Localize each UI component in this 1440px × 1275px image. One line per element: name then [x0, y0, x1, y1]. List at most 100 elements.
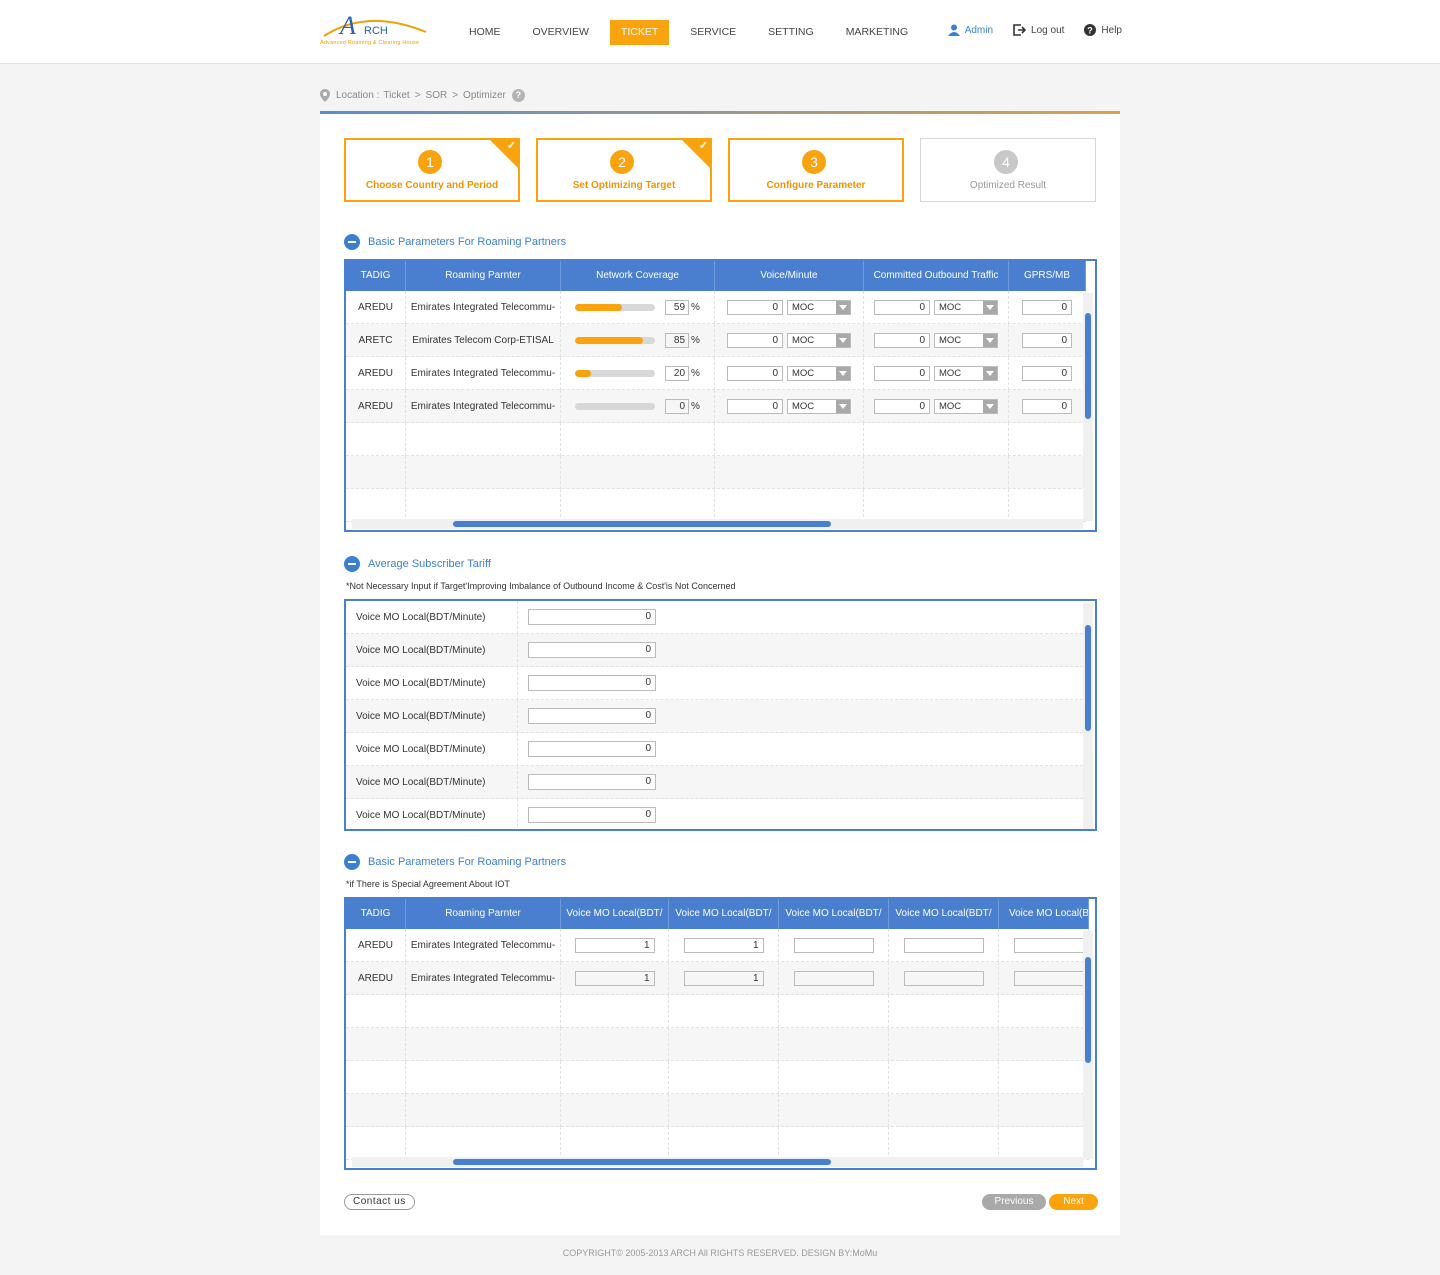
nav-item-overview[interactable]: OVERVIEW	[522, 20, 600, 45]
tariff-input[interactable]: 0	[528, 642, 656, 658]
coverage-bar[interactable]	[575, 403, 656, 410]
iot-rate-input[interactable]	[1014, 938, 1088, 953]
coverage-bar[interactable]	[575, 304, 656, 311]
dropdown-arrow-icon[interactable]	[983, 301, 997, 314]
column-header[interactable]: Voice MO Local(BDT/	[561, 899, 669, 929]
column-header[interactable]: GPRS/MB	[1009, 261, 1086, 291]
vertical-scrollbar[interactable]	[1083, 931, 1093, 1159]
gprs-input[interactable]: 0	[1022, 300, 1072, 315]
nav-item-home[interactable]: HOME	[458, 20, 512, 45]
section-basic-params-header[interactable]: Basic Parameters For Roaming Partners	[344, 234, 566, 250]
gprs-input[interactable]: 0	[1022, 366, 1072, 381]
nav-item-service[interactable]: SERVICE	[679, 20, 747, 45]
nav-item-marketing[interactable]: MARKETING	[835, 20, 919, 45]
dropdown-arrow-icon[interactable]	[836, 301, 850, 314]
nav-item-setting[interactable]: SETTING	[757, 20, 825, 45]
previous-button[interactable]: Previous	[982, 1194, 1046, 1210]
horizontal-scrollbar[interactable]	[352, 1157, 1083, 1167]
column-header[interactable]: Network Coverage	[561, 261, 715, 291]
help-link[interactable]: ? Help	[1084, 24, 1122, 36]
scrollbar-thumb[interactable]	[1085, 957, 1091, 1063]
iot-rate-input[interactable]: 1	[683, 971, 764, 986]
dropdown-arrow-icon[interactable]	[836, 334, 850, 347]
column-header[interactable]: Committed Outbound Traffic	[864, 261, 1009, 291]
committed-input[interactable]: 0	[874, 300, 930, 315]
gprs-input[interactable]: 0	[1022, 333, 1072, 348]
committed-type-select[interactable]: MOC	[934, 366, 998, 381]
iot-rate-input[interactable]: 1	[574, 971, 655, 986]
voice-input[interactable]: 0	[727, 399, 783, 414]
step-2[interactable]: ✓ 2 Set Optimizing Target	[536, 138, 712, 202]
column-header[interactable]: Voice/Minute	[715, 261, 864, 291]
column-header[interactable]: Voice MO Local(BDT/	[669, 899, 779, 929]
column-header[interactable]: Roaming Parnter	[406, 899, 561, 929]
coverage-input[interactable]: 20	[665, 366, 690, 381]
voice-input[interactable]: 0	[727, 333, 783, 348]
column-header[interactable]: Voice MO Local(BDT/	[779, 899, 889, 929]
breadcrumb-item[interactable]: Ticket	[383, 90, 409, 101]
tariff-input[interactable]: 0	[528, 774, 656, 790]
committed-input[interactable]: 0	[874, 333, 930, 348]
voice-input[interactable]: 0	[727, 300, 783, 315]
scrollbar-thumb[interactable]	[453, 1159, 831, 1165]
logo[interactable]: A RCH Advanced Roaming & Clearing House	[318, 10, 438, 50]
breadcrumb-item[interactable]: SOR	[426, 90, 448, 101]
breadcrumb-help-icon[interactable]: ?	[511, 89, 525, 102]
dropdown-arrow-icon[interactable]	[836, 367, 850, 380]
iot-rate-input[interactable]: 1	[574, 938, 655, 953]
breadcrumb-item[interactable]: Optimizer	[463, 90, 506, 101]
committed-input[interactable]: 0	[874, 399, 930, 414]
dropdown-arrow-icon[interactable]	[836, 400, 850, 413]
iot-rate-input[interactable]: 1	[683, 938, 764, 953]
coverage-input[interactable]: 0	[665, 399, 690, 414]
section-iot-header[interactable]: Basic Parameters For Roaming Partners	[344, 854, 566, 870]
collapse-icon[interactable]	[344, 234, 360, 250]
iot-rate-input[interactable]	[793, 938, 874, 953]
column-header[interactable]: Voice MO Local(BDT/	[889, 899, 999, 929]
iot-rate-input[interactable]	[903, 938, 984, 953]
admin-link[interactable]: Admin	[947, 24, 993, 36]
scrollbar-thumb[interactable]	[1085, 313, 1091, 419]
tariff-input[interactable]: 0	[528, 609, 656, 625]
committed-type-select[interactable]: MOC	[934, 399, 998, 414]
step-1[interactable]: ✓ 1 Choose Country and Period	[344, 138, 520, 202]
tariff-input[interactable]: 0	[528, 708, 656, 724]
voice-type-select[interactable]: MOC	[787, 300, 851, 315]
collapse-icon[interactable]	[344, 854, 360, 870]
gprs-input[interactable]: 0	[1022, 399, 1072, 414]
column-header[interactable]: Voice MO Local(BD	[999, 899, 1089, 929]
horizontal-scrollbar[interactable]	[352, 519, 1083, 529]
dropdown-arrow-icon[interactable]	[983, 400, 997, 413]
voice-input[interactable]: 0	[727, 366, 783, 381]
tariff-input[interactable]: 0	[528, 807, 656, 823]
column-header[interactable]: TADIG	[346, 899, 406, 929]
section-tariff-header[interactable]: Average Subscriber Tariff	[344, 556, 491, 572]
logout-link[interactable]: Log out	[1013, 24, 1064, 36]
coverage-bar[interactable]	[575, 337, 656, 344]
iot-rate-input[interactable]	[1014, 971, 1088, 986]
collapse-icon[interactable]	[344, 556, 360, 572]
vertical-scrollbar[interactable]	[1083, 293, 1093, 521]
voice-type-select[interactable]: MOC	[787, 399, 851, 414]
coverage-input[interactable]: 59	[665, 300, 690, 315]
voice-type-select[interactable]: MOC	[787, 366, 851, 381]
committed-type-select[interactable]: MOC	[934, 333, 998, 348]
contact-us-button[interactable]: Contact us	[344, 1194, 415, 1210]
coverage-input[interactable]: 85	[665, 333, 690, 348]
scrollbar-thumb[interactable]	[1085, 625, 1091, 731]
iot-rate-input[interactable]	[903, 971, 984, 986]
committed-type-select[interactable]: MOC	[934, 300, 998, 315]
tariff-input[interactable]: 0	[528, 675, 656, 691]
committed-input[interactable]: 0	[874, 366, 930, 381]
step-4[interactable]: 4 Optimized Result	[920, 138, 1096, 202]
column-header[interactable]: Roaming Parnter	[406, 261, 561, 291]
scrollbar-thumb[interactable]	[453, 521, 831, 527]
next-button[interactable]: Next	[1049, 1194, 1098, 1210]
dropdown-arrow-icon[interactable]	[983, 367, 997, 380]
vertical-scrollbar[interactable]	[1083, 603, 1093, 829]
column-header[interactable]: TADIG	[346, 261, 406, 291]
nav-item-ticket[interactable]: TICKET	[609, 20, 670, 45]
step-3[interactable]: 3 Configure Parameter	[728, 138, 904, 202]
voice-type-select[interactable]: MOC	[787, 333, 851, 348]
coverage-bar[interactable]	[575, 370, 656, 377]
